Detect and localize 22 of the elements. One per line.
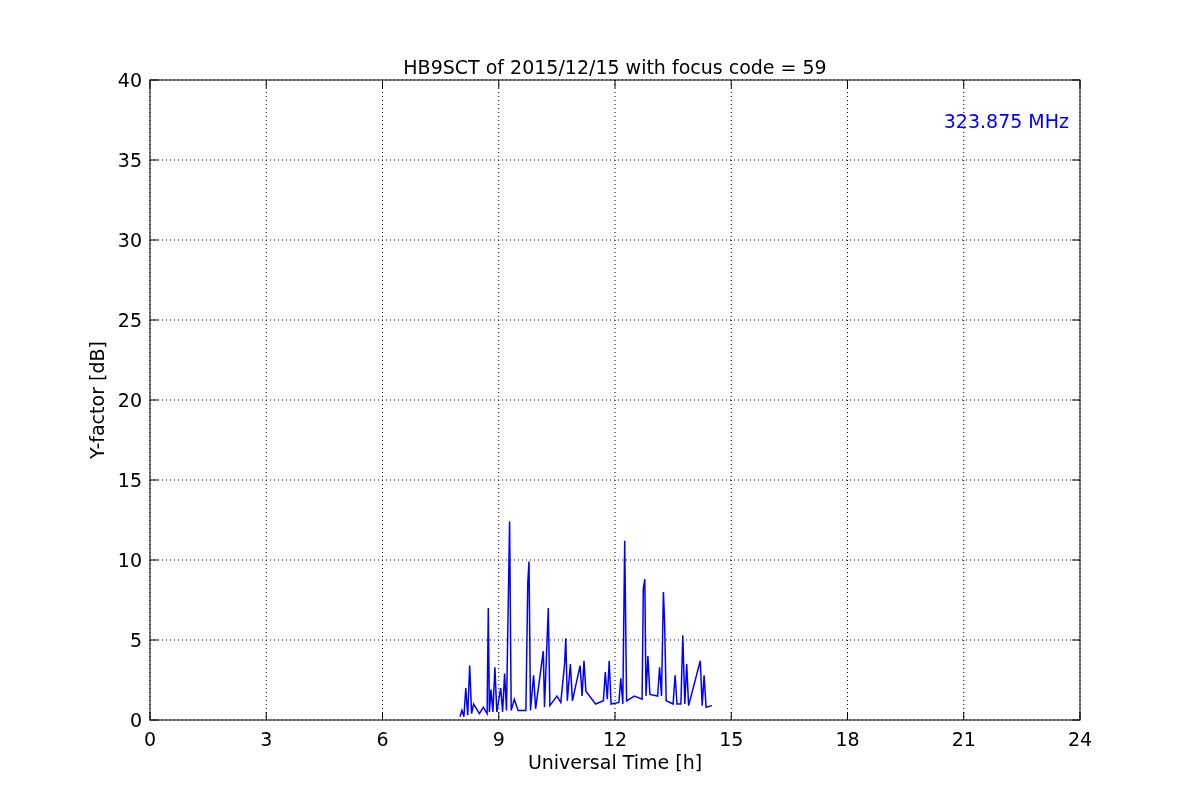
x-tick-label: 3 xyxy=(260,728,273,750)
x-tick-label: 21 xyxy=(951,728,976,750)
y-tick-label: 30 xyxy=(117,229,142,251)
y-tick-label: 40 xyxy=(117,69,142,91)
x-tick-label: 0 xyxy=(143,728,157,750)
y-tick-label: 0 xyxy=(129,709,142,731)
x-axis-label: Universal Time [h] xyxy=(527,751,703,773)
x-tick-label: 6 xyxy=(376,728,389,750)
y-tick-label: 35 xyxy=(117,149,142,171)
x-tick-label: 18 xyxy=(835,728,860,750)
chart-title: HB9SCT of 2015/12/15 with focus code = 59 xyxy=(403,56,827,78)
y-tick-label: 15 xyxy=(117,469,142,491)
y-tick-label: 5 xyxy=(129,629,142,651)
x-tick-label: 12 xyxy=(602,728,628,750)
y-tick-label: 20 xyxy=(117,389,142,411)
y-tick-label: 25 xyxy=(117,309,142,331)
x-tick-label: 24 xyxy=(1067,728,1093,750)
series-label: 323.875 MHz xyxy=(943,110,1069,132)
y-axis-label: Y-factor [dB] xyxy=(86,341,108,459)
x-tick-label: 9 xyxy=(492,728,505,750)
x-tick-label: 15 xyxy=(719,728,744,750)
y-tick-label: 10 xyxy=(117,549,142,571)
